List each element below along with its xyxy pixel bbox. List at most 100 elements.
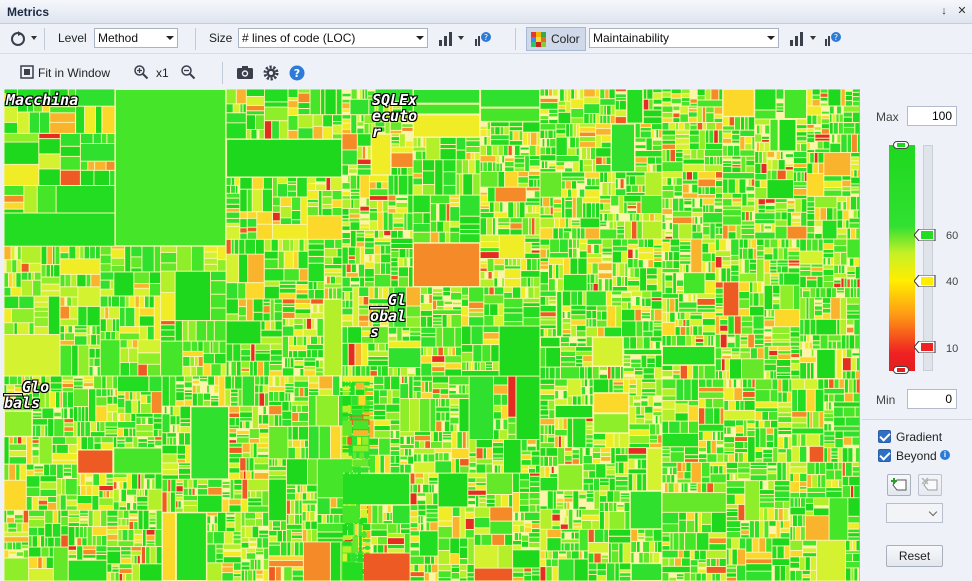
treemap-cell[interactable] (641, 401, 648, 406)
treemap-cell[interactable] (732, 167, 741, 173)
treemap-cell[interactable] (562, 172, 585, 177)
treemap-cell[interactable] (373, 545, 377, 553)
treemap-cell[interactable] (641, 316, 650, 319)
treemap-cell[interactable] (350, 230, 356, 247)
treemap-cell[interactable] (466, 141, 480, 146)
treemap-cell[interactable] (251, 344, 255, 361)
treemap-cell[interactable] (531, 242, 540, 246)
treemap-cell[interactable] (671, 98, 681, 104)
treemap-cell[interactable] (770, 273, 779, 276)
treemap-cell[interactable] (350, 284, 360, 287)
treemap-cell[interactable] (107, 540, 118, 547)
treemap-cell[interactable] (404, 213, 407, 230)
treemap-cell[interactable] (332, 191, 342, 200)
treemap-cell[interactable] (785, 154, 793, 157)
treemap-cell[interactable] (449, 385, 456, 388)
treemap-cell[interactable] (837, 220, 843, 228)
treemap-cell[interactable] (723, 126, 734, 130)
treemap-cell[interactable] (709, 205, 714, 213)
treemap-cell[interactable] (391, 144, 399, 147)
treemap-cell[interactable] (807, 211, 815, 213)
treemap-cell[interactable] (406, 306, 420, 317)
treemap-cell[interactable] (131, 474, 138, 489)
treemap-cell[interactable] (463, 174, 473, 195)
treemap-cell[interactable] (521, 465, 528, 469)
treemap-cell[interactable] (80, 170, 94, 185)
treemap-cell[interactable] (491, 127, 495, 135)
treemap-cell[interactable] (565, 218, 569, 228)
treemap-cell[interactable] (411, 436, 414, 444)
treemap-cell[interactable] (360, 227, 369, 230)
treemap-cell[interactable] (577, 396, 581, 405)
treemap-cell[interactable] (58, 510, 61, 523)
treemap-cell[interactable] (487, 162, 492, 171)
treemap-cell[interactable] (420, 441, 425, 448)
treemap-cell[interactable] (363, 297, 369, 305)
treemap-cell[interactable] (801, 199, 807, 212)
treemap-cell[interactable] (410, 336, 421, 341)
treemap-cell[interactable] (832, 134, 835, 143)
treemap-cell[interactable] (731, 239, 739, 255)
treemap-cell[interactable] (647, 358, 655, 363)
treemap-cell[interactable] (551, 559, 558, 567)
treemap-cell[interactable] (549, 296, 556, 300)
treemap-cell[interactable] (819, 462, 826, 474)
treemap-cell[interactable] (556, 129, 566, 134)
treemap-cell[interactable] (504, 313, 523, 322)
treemap-cell[interactable] (679, 123, 684, 130)
treemap-cell[interactable] (450, 554, 459, 564)
treemap-cell[interactable] (484, 304, 490, 315)
treemap-cell[interactable] (468, 538, 474, 564)
treemap-cell[interactable] (698, 563, 706, 567)
treemap-cell[interactable] (571, 532, 574, 539)
treemap-cell[interactable] (510, 218, 522, 223)
treemap-cell[interactable] (748, 248, 753, 259)
treemap-cell[interactable] (707, 123, 716, 130)
treemap-cell[interactable] (17, 260, 21, 273)
treemap-cell[interactable] (626, 192, 645, 195)
treemap-cell[interactable] (406, 436, 410, 444)
treemap-cell[interactable] (761, 163, 767, 173)
treemap-cell[interactable] (245, 421, 250, 429)
treemap-cell[interactable] (843, 210, 849, 220)
treemap-cell[interactable] (813, 163, 818, 174)
treemap-cell[interactable] (126, 518, 129, 526)
treemap-cell[interactable] (654, 258, 662, 261)
treemap-cell[interactable] (801, 144, 807, 151)
treemap-cell[interactable] (298, 426, 309, 440)
treemap-cell[interactable] (132, 340, 138, 348)
treemap-cell[interactable] (747, 379, 752, 388)
treemap-cell[interactable] (256, 491, 262, 498)
treemap-cell[interactable] (436, 421, 442, 432)
treemap-cell[interactable] (743, 379, 747, 388)
treemap-cell[interactable] (450, 417, 459, 424)
treemap-cell[interactable] (140, 403, 151, 413)
treemap-cell[interactable] (844, 278, 847, 288)
treemap-cell[interactable] (269, 479, 286, 521)
treemap-cell[interactable] (359, 536, 362, 553)
treemap-cell[interactable] (357, 165, 371, 169)
treemap-cell[interactable] (380, 455, 384, 473)
treemap-cell[interactable] (525, 238, 540, 242)
treemap-cell[interactable] (351, 396, 358, 406)
treemap-cell[interactable] (388, 175, 394, 195)
treemap-cell[interactable] (792, 446, 799, 462)
treemap-cell[interactable] (350, 277, 360, 282)
treemap-cell[interactable] (445, 412, 450, 421)
treemap-cell[interactable] (40, 476, 57, 482)
treemap-cell[interactable] (116, 332, 119, 340)
treemap-cell[interactable] (207, 563, 222, 581)
treemap-cell[interactable] (378, 212, 383, 230)
treemap-cell[interactable] (476, 485, 486, 490)
treemap-cell[interactable] (413, 195, 430, 213)
treemap-cell[interactable] (423, 160, 435, 171)
treemap-cell[interactable] (585, 448, 590, 456)
treemap-cell[interactable] (731, 271, 739, 275)
treemap-cell[interactable] (502, 278, 504, 287)
treemap-cell[interactable] (246, 105, 264, 111)
treemap-cell[interactable] (21, 246, 41, 263)
treemap-cell[interactable] (852, 101, 860, 106)
treemap-cell[interactable] (800, 288, 802, 298)
treemap-cell[interactable] (390, 466, 400, 473)
treemap-cell[interactable] (642, 307, 651, 309)
